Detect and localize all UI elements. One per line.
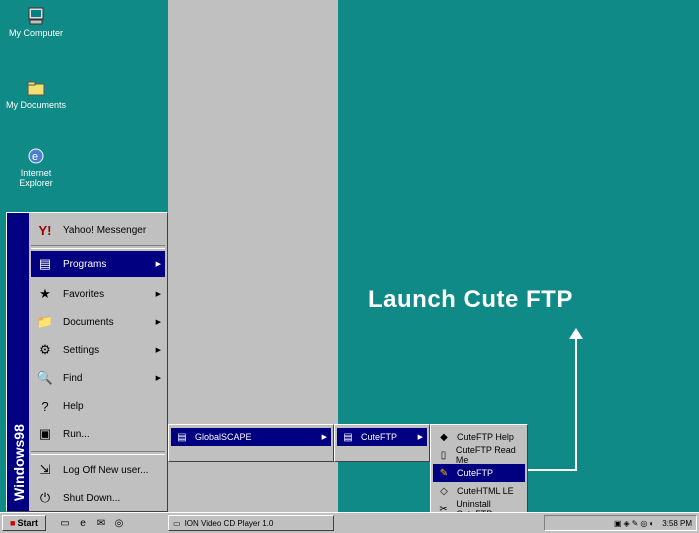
start-menu-sidebar: Windows98	[7, 213, 29, 511]
start-menu: Windows98 Y! Yahoo! Messenger ▤ Programs…	[6, 212, 168, 512]
system-tray: ▣◈✎◎◐ 3:58 PM	[544, 515, 697, 531]
run-icon: ▣	[38, 426, 52, 441]
launch-annotation: Launch Cute FTP	[368, 286, 573, 313]
chevron-right-icon: ▶	[321, 434, 327, 441]
settings-icon: ⚙	[39, 342, 51, 357]
taskbar: ■ Start ▭ e ✉ ◎ ▭ ION Video CD Player 1.…	[0, 512, 699, 533]
menu-item-programs[interactable]: ▤ Programs ▶	[31, 251, 165, 277]
yahoo-icon: Y!	[38, 222, 52, 238]
menu-item-shut-down[interactable]: ⏻ Shut Down...	[31, 485, 165, 511]
clock: 3:58 PM	[662, 518, 692, 528]
menu-item-cuteftp-help[interactable]: ◆ CuteFTP Help	[433, 428, 525, 446]
programs-icon: ▤	[38, 256, 52, 271]
chevron-right-icon: ▶	[155, 291, 161, 298]
menu-item-cuteftp-group[interactable]: ▤ CuteFTP ▶	[337, 428, 427, 446]
menu-item-cuteftp-readme[interactable]: ▯ CuteFTP Read Me	[433, 445, 525, 465]
chevron-right-icon: ▶	[155, 375, 161, 382]
menu-item-find[interactable]: 🔍 Find ▶	[31, 365, 165, 391]
desktop-icon-label: Internet Explorer	[19, 168, 53, 188]
quicklaunch-outlook-icon[interactable]: ✉	[94, 516, 108, 530]
menu-item-log-off[interactable]: ⇲ Log Off New user...	[31, 457, 165, 483]
find-icon: 🔍	[36, 370, 54, 385]
cutehtml-icon: ◇	[440, 485, 448, 497]
start-button[interactable]: ■ Start	[2, 515, 46, 531]
menu-item-globalscape[interactable]: ▤ GlobalSCAPE ▶	[171, 428, 331, 446]
cuteftp-submenu: ◆ CuteFTP Help ▯ CuteFTP Read Me ✎ CuteF…	[430, 424, 528, 519]
app-icon: ▭	[173, 518, 181, 528]
tray-icons: ▣◈✎◎◐	[613, 518, 657, 528]
desktop: My Computer My Documents e Internet Expl…	[0, 0, 699, 533]
svg-text:e: e	[32, 151, 38, 163]
globalscape-submenu: ▤ CuteFTP ▶	[334, 424, 430, 462]
desktop-icon-label: My Computer	[8, 28, 63, 38]
windows-logo-icon: ■	[10, 518, 16, 528]
menu-item-run[interactable]: ▣ Run...	[31, 421, 165, 447]
menu-item-favorites[interactable]: ★ Favorites ▶	[31, 281, 165, 307]
menu-item-documents[interactable]: 📁 Documents ▶	[31, 309, 165, 335]
chevron-right-icon: ▶	[417, 434, 423, 441]
annotation-arrow-horizontal	[528, 469, 576, 471]
quicklaunch-ie-icon[interactable]: e	[76, 516, 90, 530]
arrow-up-icon	[569, 328, 583, 339]
quicklaunch-channels-icon[interactable]: ◎	[112, 516, 126, 530]
desktop-icon-my-documents[interactable]: My Documents	[0, 78, 72, 110]
menu-item-settings[interactable]: ⚙ Settings ▶	[31, 337, 165, 363]
program-group-icon: ▤	[343, 431, 353, 443]
folder-icon	[26, 78, 46, 98]
quicklaunch-desktop-icon[interactable]: ▭	[58, 516, 72, 530]
chevron-right-icon: ▶	[155, 261, 161, 268]
menu-separator	[31, 451, 165, 455]
annotation-arrow-vertical	[575, 336, 577, 471]
logoff-icon: ⇲	[39, 462, 51, 477]
menu-item-help[interactable]: ? Help	[31, 393, 165, 419]
computer-icon	[26, 6, 46, 26]
sidebar-text: Windows98	[11, 424, 27, 501]
documents-icon: 📁	[36, 314, 54, 329]
menu-item-cutehtml[interactable]: ◇ CuteHTML LE	[433, 482, 525, 500]
chevron-right-icon: ▶	[155, 319, 161, 326]
chevron-right-icon: ▶	[155, 347, 161, 354]
menu-item-cuteftp[interactable]: ✎ CuteFTP	[433, 464, 525, 482]
programs-submenu: ▤ GlobalSCAPE ▶	[168, 424, 334, 462]
program-group-icon: ▤	[177, 431, 187, 443]
desktop-icon-label: My Documents	[5, 100, 67, 110]
taskbar-task-ion-video-cd-player[interactable]: ▭ ION Video CD Player 1.0	[168, 515, 334, 531]
desktop-icon-internet-explorer[interactable]: e Internet Explorer	[0, 146, 72, 188]
menu-item-yahoo-messenger[interactable]: Y! Yahoo! Messenger	[31, 217, 165, 243]
menu-separator	[31, 245, 165, 249]
help-book-icon: ◆	[440, 431, 448, 443]
cuteftp-icon: ✎	[439, 467, 449, 479]
desktop-icon-my-computer[interactable]: My Computer	[0, 6, 72, 38]
document-icon: ▯	[440, 449, 447, 461]
shutdown-icon: ⏻	[39, 490, 51, 505]
ie-icon: e	[26, 146, 46, 166]
help-icon: ?	[41, 398, 49, 414]
favorites-icon: ★	[39, 286, 51, 301]
